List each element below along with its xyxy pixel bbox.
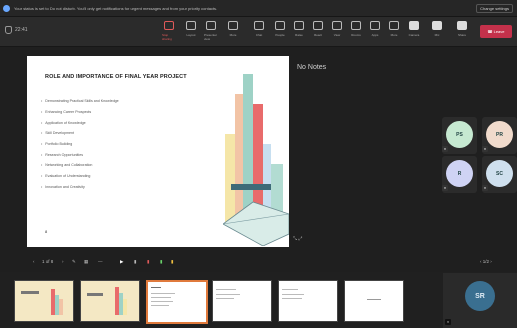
layout-icon xyxy=(186,21,196,30)
meeting-toolbar: 22:41 Stop sharing Layout Presenter view… xyxy=(0,17,517,47)
slide-thumbnail[interactable] xyxy=(80,280,140,322)
more-share-button[interactable]: More xyxy=(226,21,240,42)
participant-avatar: PR ✕ xyxy=(482,121,513,152)
bullet-item: Application of Knowledge xyxy=(41,117,119,128)
participant-avatar: R ✕ xyxy=(442,160,473,191)
people-button[interactable]: People xyxy=(273,21,287,42)
speaker-notes: No Notes xyxy=(297,64,327,71)
shield-icon xyxy=(5,26,12,34)
mic-off-icon: ✕ xyxy=(442,185,448,191)
rooms-button[interactable]: Rooms xyxy=(349,21,363,42)
mic-off-icon: ✕ xyxy=(482,185,488,191)
slide-decoration-art xyxy=(223,74,289,246)
participant-avatar: PS ✕ xyxy=(442,121,473,152)
slide-title: ROLE AND IMPORTANCE OF FINAL YEAR PROJEC… xyxy=(45,74,187,80)
participant-avatar: SC ✕ xyxy=(482,160,513,191)
rooms-icon xyxy=(351,21,361,30)
notification-banner: Your status is set to Do not disturb. Yo… xyxy=(0,0,517,17)
highlighter-red-icon[interactable]: ▮ xyxy=(147,259,149,265)
bullet-item: Evaluation of Understanding xyxy=(41,171,119,182)
react-button[interactable]: React xyxy=(311,21,325,42)
apps-button[interactable]: Apps xyxy=(368,21,382,42)
slide-thumbnail[interactable] xyxy=(14,280,74,322)
slide-bullets: Demonstrating Practical Skills and Knowl… xyxy=(41,96,119,193)
thumbnail-art xyxy=(21,289,63,315)
self-avatar: SR xyxy=(465,281,495,311)
smile-icon xyxy=(313,21,323,30)
info-icon xyxy=(3,4,10,12)
previous-slide-button[interactable]: ‹ xyxy=(33,259,35,264)
stop-sharing-button[interactable]: Stop sharing xyxy=(162,21,176,42)
view-icon xyxy=(332,21,342,30)
change-settings-button[interactable]: Change settings xyxy=(476,3,513,13)
next-slide-button[interactable]: › xyxy=(62,259,64,264)
bullet-item: Research Opportunities xyxy=(41,149,119,160)
self-view-tile[interactable]: SR ✕ xyxy=(443,273,517,328)
minus-icon[interactable]: — xyxy=(98,259,103,264)
banner-message: Your status is set to Do not disturb. Yo… xyxy=(14,5,218,11)
play-icon[interactable]: ▶ xyxy=(120,259,123,265)
participants-page-indicator: ‹ 1/2 › xyxy=(480,259,492,264)
more-button[interactable]: More xyxy=(387,21,401,42)
presenter-view-button[interactable]: Presenter view xyxy=(204,21,218,42)
mic-off-icon: ✕ xyxy=(442,146,448,152)
meeting-timer: 22:41 xyxy=(5,26,28,34)
layout-button[interactable]: Layout xyxy=(184,21,198,42)
thumbnail-title: ▬▬▬▬ xyxy=(151,286,161,289)
grid-view-icon[interactable]: ▦ xyxy=(84,259,88,265)
slide-thumbnail-selected[interactable]: ▬▬▬▬ xyxy=(146,280,208,324)
bullet-item: Skill Development xyxy=(41,128,119,139)
bullet-item: Portfolio Building xyxy=(41,139,119,150)
slide-thumbnail[interactable] xyxy=(278,280,338,322)
more-icon xyxy=(389,21,399,30)
mic-button[interactable]: Mic xyxy=(430,21,444,42)
share-icon xyxy=(457,21,467,30)
leave-button[interactable]: ☎ Leave xyxy=(480,25,512,38)
pointer-icon[interactable]: ✎ xyxy=(72,259,76,265)
mic-icon xyxy=(432,21,442,30)
camera-button[interactable]: Camera xyxy=(407,21,421,42)
bullet-item: Innovation and Creativity xyxy=(41,182,119,193)
stop-share-icon xyxy=(164,21,174,30)
settings-icon xyxy=(228,21,238,30)
pen-icon[interactable]: ▮ xyxy=(134,259,136,265)
camera-icon xyxy=(409,21,419,30)
mic-off-icon: ✕ xyxy=(445,319,451,325)
bullet-item: Networking and Collaboration xyxy=(41,160,119,171)
slide-number: 8 xyxy=(45,229,48,234)
share-button[interactable]: Share xyxy=(455,21,469,42)
raise-hand-button[interactable]: Raise xyxy=(292,21,306,42)
thumbnail-art xyxy=(87,287,127,315)
chat-button[interactable]: Chat xyxy=(252,21,266,42)
apps-icon xyxy=(370,21,380,30)
current-slide: ROLE AND IMPORTANCE OF FINAL YEAR PROJEC… xyxy=(27,56,289,247)
highlighter-yellow-icon[interactable]: ▮ xyxy=(171,259,173,265)
chat-icon xyxy=(254,21,264,30)
slide-thumbnail[interactable] xyxy=(344,280,404,322)
presenter-icon xyxy=(206,21,216,30)
slide-thumbnail[interactable] xyxy=(212,280,272,322)
view-button[interactable]: View xyxy=(330,21,344,42)
mic-off-icon: ✕ xyxy=(482,146,488,152)
bullet-item: Enhancing Career Prospects xyxy=(41,107,119,118)
bullet-item: Demonstrating Practical Skills and Knowl… xyxy=(41,96,118,107)
people-icon xyxy=(275,21,285,30)
expand-notes-icon[interactable]: ⤡ ⤢ xyxy=(293,236,302,242)
hand-icon xyxy=(294,21,304,30)
page-indicator: 1 of 8 xyxy=(42,259,54,264)
highlighter-green-icon[interactable]: ▮ xyxy=(160,259,162,265)
